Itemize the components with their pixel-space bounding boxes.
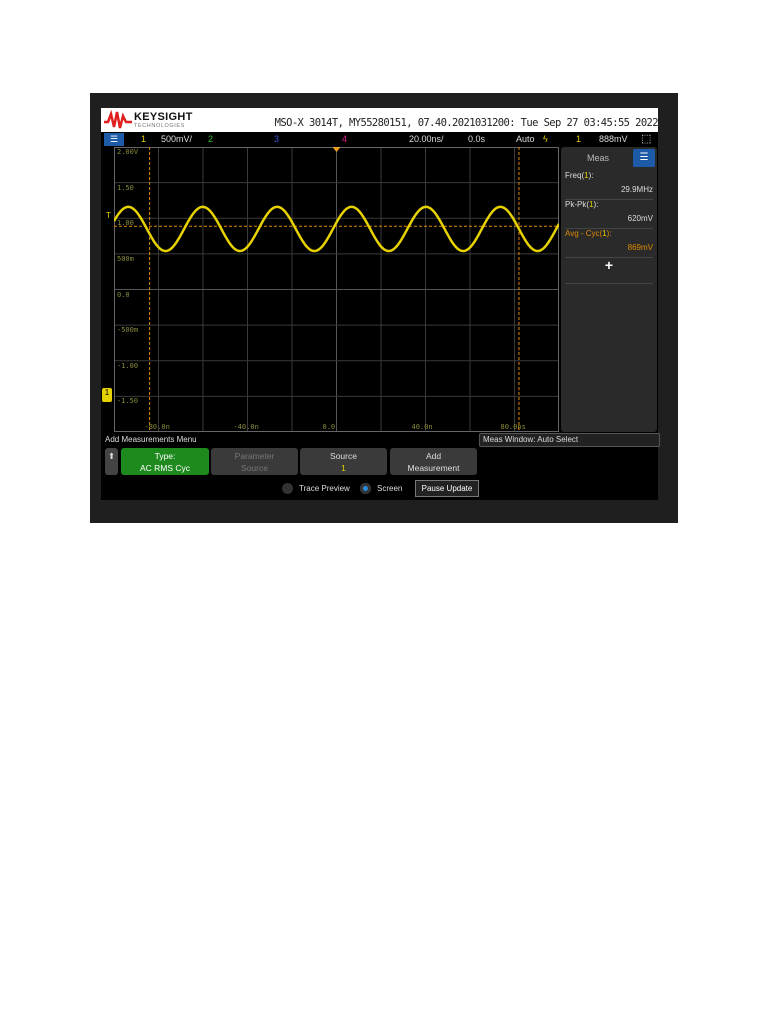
trigger-position-marker	[332, 147, 341, 152]
y-tick-label: 0.0	[117, 290, 130, 299]
type-value: AC RMS Cyc	[139, 463, 191, 473]
screen-label: Screen	[377, 484, 403, 493]
measurement-value: 620mV	[627, 214, 653, 223]
softkey-menu: Add Measurements Menu Meas Window: Auto …	[101, 432, 660, 500]
pause-update-button[interactable]: Pause Update	[415, 480, 479, 497]
measurement-row[interactable]: Pk-Pk(1): 620mV	[565, 198, 653, 229]
meas-tail: ):	[606, 229, 612, 238]
waveform-grid[interactable]: 2.00V 1.50 1.00 500m 0.0 -500m -1.00 -1.50 -80.…	[102, 146, 561, 433]
timebase[interactable]: 20.00ns/	[409, 134, 444, 144]
ch2-label[interactable]: 2	[208, 134, 213, 144]
type-softkey[interactable]: Type: AC RMS Cyc	[121, 448, 209, 475]
measurement-row[interactable]: Freq(1): 29.9MHz	[565, 169, 653, 200]
y-tick-label: -1.50	[117, 397, 139, 406]
trace-preview-label: Trace Preview	[299, 484, 350, 493]
measurement-label: Pk-Pk(1):	[565, 200, 598, 209]
y-tick-label: -500m	[117, 326, 139, 335]
meas-name: Freq(	[565, 171, 585, 180]
waveform-plot	[112, 146, 561, 433]
measurement-value: 869mV	[627, 243, 653, 252]
brand-sub: TECHNOLOGIES	[134, 123, 185, 129]
menu-title: Add Measurements Menu	[105, 435, 197, 444]
delay[interactable]: 0.0s	[468, 134, 485, 144]
type-label: Type:	[154, 451, 176, 461]
ch1-scale[interactable]: 500mV/	[161, 134, 192, 144]
ch3-label[interactable]: 3	[274, 134, 279, 144]
trigger-level[interactable]: 888mV	[599, 134, 628, 144]
keysight-wave-icon	[104, 109, 132, 129]
ch1-label[interactable]: 1	[141, 134, 146, 144]
trigger-source[interactable]: 1	[576, 134, 581, 144]
zoom-box-icon[interactable]: ⬚	[641, 132, 651, 145]
x-tick-label: 80.0ns	[500, 423, 526, 431]
measurement-label: Avg - Cyc(1):	[565, 229, 612, 238]
brand-name: KEYSIGHT	[134, 111, 193, 123]
measurement-label: Freq(1):	[565, 171, 593, 180]
add-label: Add	[425, 451, 442, 461]
oscilloscope-screen: KEYSIGHT TECHNOLOGIES MSO-X 3014T, MY552…	[101, 108, 660, 500]
ch1-ground-marker[interactable]: 1	[102, 388, 112, 402]
measurement-panel: Meas ☰ Freq(1): 29.9MHz Pk-Pk(1): 620mV Avg …	[561, 147, 657, 432]
instrument-id: MSO-X 3014T, MY55280151, 07.40.202103120…	[274, 117, 659, 129]
parameter-softkey: Parameter Source	[211, 448, 298, 475]
measurement-value: 29.9MHz	[620, 185, 653, 194]
screen-radio[interactable]	[360, 483, 371, 494]
meas-name: Pk-Pk(	[565, 200, 589, 209]
x-tick-label: 40.0n	[411, 423, 433, 431]
x-tick-label: 0.0	[322, 423, 336, 431]
meas-title: Meas	[587, 153, 610, 163]
ch4-label[interactable]: 4	[342, 134, 347, 144]
back-button[interactable]: ⬆	[105, 448, 118, 475]
meas-tail: ):	[588, 171, 594, 180]
measurement-row[interactable]: Avg - Cyc(1): 869mV	[565, 227, 653, 258]
meas-menu-icon[interactable]: ☰	[633, 149, 655, 167]
keysight-logo: KEYSIGHT TECHNOLOGIES	[104, 109, 194, 130]
meas-tail: ):	[593, 200, 599, 209]
trigger-edge-icon: ϟ	[543, 134, 548, 144]
main-menu-button[interactable]: ☰	[104, 133, 124, 146]
add-measurement-softkey[interactable]: Add Measurement	[390, 448, 477, 475]
meas-window-select[interactable]: Meas Window: Auto Select	[479, 433, 660, 447]
y-tick-label: 1.00	[117, 219, 134, 228]
trigger-level-marker: T	[106, 211, 111, 220]
trigger-mode[interactable]: Auto	[516, 134, 535, 144]
source-softkey[interactable]: Source 1	[300, 448, 387, 475]
y-tick-label: 2.00V	[117, 148, 139, 156]
param-label: Parameter	[234, 451, 275, 461]
y-tick-label: -1.00	[117, 361, 139, 370]
add-measurement-plus[interactable]: +	[565, 257, 653, 284]
param-value: Source	[241, 463, 268, 473]
x-tick-label: -80.0n	[144, 423, 170, 431]
title-bar: KEYSIGHT TECHNOLOGIES MSO-X 3014T, MY552…	[101, 108, 659, 132]
source-value: 1	[341, 463, 346, 473]
meas-name: Avg - Cyc(	[565, 229, 603, 238]
trace-preview-radio[interactable]	[282, 483, 293, 494]
add-value: Measurement	[407, 463, 460, 473]
source-label: Source	[330, 451, 357, 461]
status-bar: ☰ 1 500mV/ 2 3 4 20.00ns/ 0.0s Auto ϟ 1 …	[101, 132, 658, 147]
y-tick-label: 1.50	[117, 183, 134, 192]
y-tick-label: 500m	[117, 254, 134, 263]
x-tick-label: -40.0n	[233, 423, 259, 431]
